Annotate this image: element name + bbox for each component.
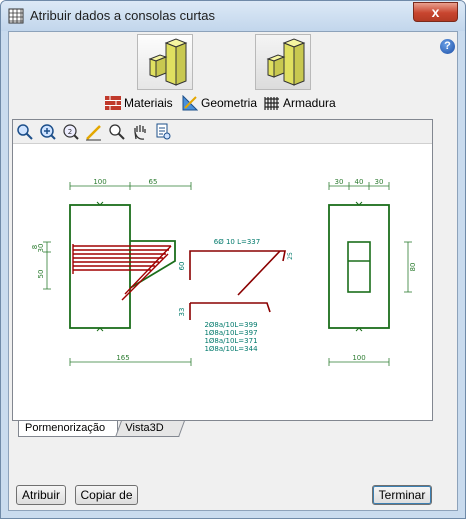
section-dim-bottom: 100 bbox=[352, 354, 365, 362]
rebar-grid-icon bbox=[264, 97, 279, 110]
pan-hand-icon[interactable] bbox=[131, 123, 149, 141]
title-bar: Atribuir dados a consolas curtas x bbox=[1, 1, 465, 31]
drafting-icon bbox=[182, 95, 198, 111]
svg-text:2: 2 bbox=[68, 128, 72, 136]
bar-label-top: 6Ø 10 L=337 bbox=[214, 238, 260, 246]
reinforcement-drawing: 100 65 8 30 50 165 6Ø 10 L=337 60 25 33 … bbox=[31, 178, 417, 366]
bar-dim-bottom-left: 33 bbox=[178, 308, 186, 317]
close-button[interactable]: x bbox=[413, 2, 458, 22]
console-block-icon bbox=[148, 38, 188, 86]
zoom-window-icon[interactable] bbox=[16, 123, 34, 141]
view-toolbar: 2 bbox=[13, 120, 432, 144]
dim-top-left: 100 bbox=[93, 178, 106, 186]
tab-3d-view[interactable]: Vista3D bbox=[115, 421, 185, 437]
zoom-extents-icon[interactable] bbox=[39, 123, 57, 141]
zoom-previous-icon[interactable]: 2 bbox=[62, 123, 80, 141]
help-icon[interactable]: ? bbox=[440, 39, 455, 54]
materials-tool[interactable]: Materiais bbox=[105, 94, 173, 112]
drawing-panel: 2 100 65 8 30 50 165 6Ø 10 L=337 60 25 3… bbox=[12, 119, 433, 421]
bar-dim-left: 60 bbox=[178, 262, 186, 271]
front-elevation: 100 65 8 30 50 165 bbox=[31, 178, 192, 366]
section-dim-2: 40 bbox=[355, 178, 364, 186]
draw-pen-icon[interactable] bbox=[85, 123, 103, 141]
console-3d-selected-button[interactable] bbox=[255, 34, 311, 90]
materials-label: Materiais bbox=[124, 96, 173, 110]
copy-from-button[interactable]: Copiar de bbox=[75, 485, 138, 505]
console-block-icon bbox=[266, 38, 306, 86]
finish-button[interactable]: Terminar bbox=[372, 485, 432, 505]
bar-list-1: 2Ø8a/10L=399 bbox=[204, 321, 257, 329]
bar-list-4: 1Ø8a/10L=344 bbox=[204, 345, 258, 353]
brick-wall-icon bbox=[105, 96, 121, 110]
dim-left-2: 30 bbox=[37, 244, 45, 253]
app-grid-icon bbox=[8, 8, 24, 24]
window-title: Atribuir dados a consolas curtas bbox=[30, 8, 215, 23]
section-view: 30 40 30 80 100 bbox=[328, 178, 417, 366]
reinforcement-tool[interactable]: Armadura bbox=[264, 94, 336, 112]
dialog-window: Atribuir dados a consolas curtas x ? Mat… bbox=[0, 0, 466, 519]
console-3d-button[interactable] bbox=[137, 34, 193, 90]
print-preview-icon[interactable] bbox=[154, 123, 172, 141]
dim-bottom: 165 bbox=[116, 354, 129, 362]
section-dim-1: 30 bbox=[335, 178, 344, 186]
zoom-search-icon[interactable] bbox=[108, 123, 126, 141]
section-dim-right: 80 bbox=[409, 263, 417, 272]
geometry-tool[interactable]: Geometria bbox=[182, 94, 257, 112]
bar-list-2: 1Ø8a/10L=397 bbox=[204, 329, 257, 337]
section-dim-3: 30 bbox=[375, 178, 384, 186]
view-tabs: Pormenorização Vista3D bbox=[12, 421, 433, 437]
dialog-body: ? Materiais Geometria Armadura 2 100 65 … bbox=[8, 31, 458, 511]
reinforcement-label: Armadura bbox=[283, 96, 336, 110]
bar-list-3: 1Ø8a/10L=371 bbox=[204, 337, 257, 345]
dim-top-right: 65 bbox=[149, 178, 158, 186]
bar-dim-right: 25 bbox=[287, 252, 294, 260]
tab-detailing[interactable]: Pormenorização bbox=[18, 421, 118, 437]
apply-button[interactable]: Atribuir bbox=[16, 485, 66, 505]
dim-left-3: 50 bbox=[37, 270, 45, 279]
bar-shapes: 6Ø 10 L=337 60 25 33 2Ø8a/10L=399 1Ø8a/1… bbox=[178, 238, 294, 353]
geometry-label: Geometria bbox=[201, 96, 258, 110]
